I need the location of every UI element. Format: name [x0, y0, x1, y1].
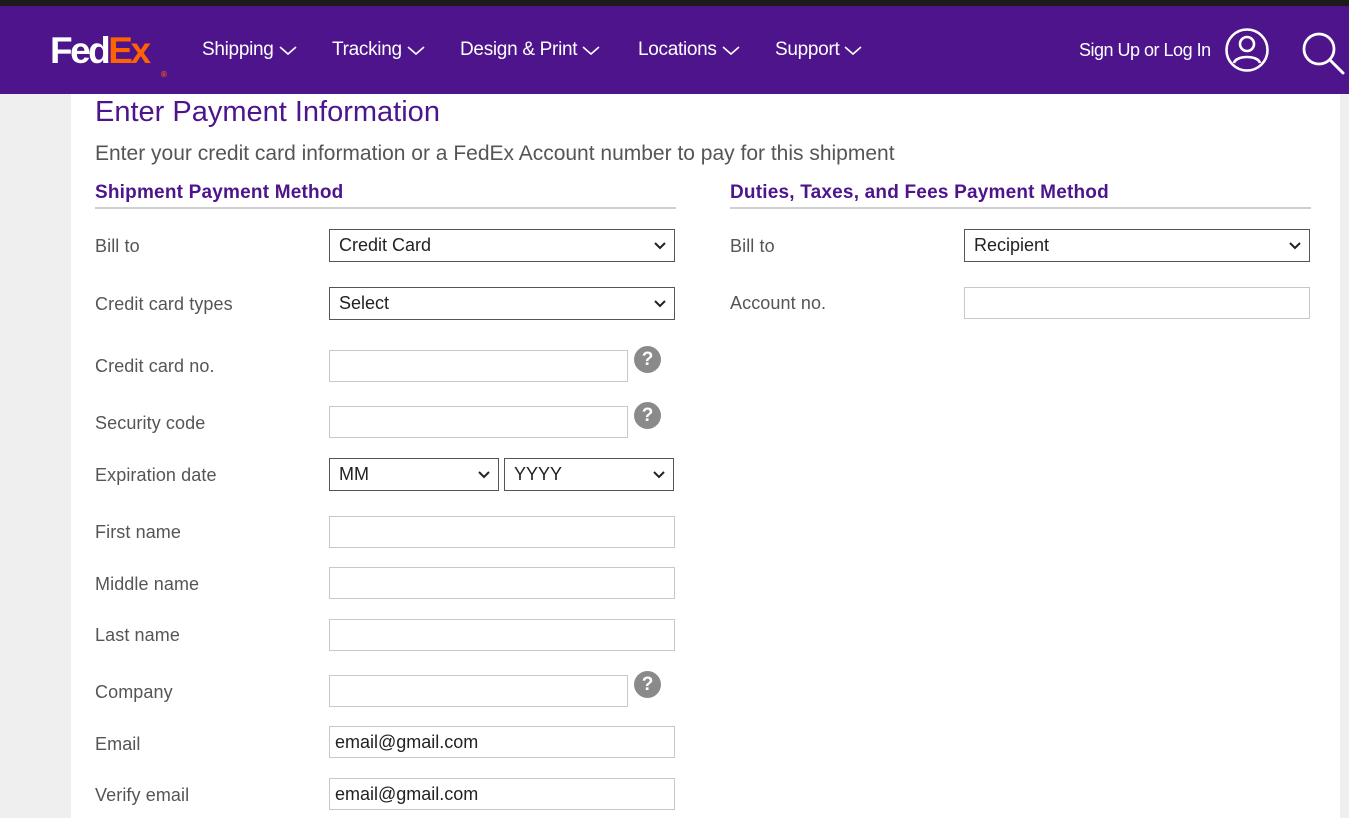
nav-tracking-label: Tracking [332, 39, 402, 60]
duties-payment-method-heading: Duties, Taxes, and Fees Payment Method [730, 182, 1311, 209]
company-help-icon[interactable]: ? [634, 671, 661, 698]
logo-ex: Ex [108, 30, 151, 71]
user-circle-icon[interactable] [1224, 27, 1270, 73]
security-code-help-icon[interactable]: ? [634, 402, 661, 429]
nav-locations-label: Locations [638, 39, 717, 60]
first-name-label: First name [95, 522, 182, 542]
chevron-down-icon [844, 46, 862, 56]
credit-card-types-select[interactable]: Select [329, 287, 675, 320]
middle-name-input[interactable] [329, 567, 675, 599]
duties-bill-to-select[interactable]: Recipient [964, 229, 1310, 262]
account-number-label: Account no. [730, 293, 827, 313]
chevron-down-icon [407, 46, 425, 56]
nav-design-print-label: Design & Print [460, 39, 578, 60]
sign-in-link[interactable]: Sign Up or Log In [1079, 40, 1211, 61]
security-code-label: Security code [95, 413, 206, 433]
expiration-month-select[interactable]: MM [329, 458, 499, 491]
logo-registered-mark: ® [161, 70, 167, 79]
duties-bill-to-label: Bill to [730, 236, 775, 256]
chevron-down-icon [653, 470, 665, 478]
nav-shipping[interactable]: Shipping [202, 39, 297, 61]
page-title: Enter Payment Information [95, 96, 440, 128]
expiration-date-label: Expiration date [95, 465, 217, 485]
company-input[interactable] [329, 675, 628, 707]
credit-card-number-label: Credit card no. [95, 356, 215, 376]
top-navbar: FedEx ® Shipping Tracking Design & Print … [0, 6, 1349, 94]
security-code-input[interactable] [329, 406, 628, 438]
credit-card-types-selected-value: Select [339, 293, 390, 313]
chevron-down-icon [279, 46, 297, 56]
email-label: Email [95, 734, 141, 754]
company-label: Company [95, 682, 173, 702]
duties-bill-to-selected-value: Recipient [974, 235, 1050, 255]
nav-shipping-label: Shipping [202, 39, 274, 60]
credit-card-number-help-icon[interactable]: ? [634, 346, 661, 373]
expiration-year-selected-value: YYYY [514, 464, 563, 484]
nav-design-print[interactable]: Design & Print [460, 39, 600, 61]
nav-tracking[interactable]: Tracking [332, 39, 425, 61]
verify-email-label: Verify email [95, 785, 190, 805]
expiration-month-selected-value: MM [339, 464, 369, 484]
middle-name-label: Middle name [95, 574, 200, 594]
account-number-input[interactable] [964, 287, 1310, 319]
bill-to-select[interactable]: Credit Card [329, 229, 675, 262]
payment-form-panel: Enter Payment Information Enter your cre… [71, 94, 1340, 818]
chevron-down-icon [582, 46, 600, 56]
last-name-input[interactable] [329, 619, 675, 651]
expiration-year-select[interactable]: YYYY [504, 458, 674, 491]
chevron-down-icon [478, 470, 490, 478]
page-subtitle: Enter your credit card information or a … [95, 142, 895, 165]
chevron-down-icon [654, 299, 666, 307]
verify-email-input[interactable]: email@gmail.com [329, 778, 675, 810]
email-input[interactable]: email@gmail.com [329, 726, 675, 758]
credit-card-number-input[interactable] [329, 350, 628, 382]
chevron-down-icon [722, 46, 740, 56]
credit-card-types-label: Credit card types [95, 294, 233, 314]
last-name-label: Last name [95, 625, 180, 645]
fedex-logo[interactable]: FedEx ® [50, 30, 167, 80]
nav-support-label: Support [775, 39, 840, 60]
chevron-down-icon [654, 241, 666, 249]
nav-locations[interactable]: Locations [638, 39, 740, 61]
nav-support[interactable]: Support [775, 39, 862, 61]
shipment-payment-method-heading: Shipment Payment Method [95, 182, 676, 209]
search-icon[interactable] [1300, 30, 1346, 76]
logo-fed: Fed [50, 30, 111, 71]
bill-to-selected-value: Credit Card [339, 235, 432, 255]
first-name-input[interactable] [329, 516, 675, 548]
chevron-down-icon [1289, 241, 1301, 249]
bill-to-label: Bill to [95, 236, 140, 256]
